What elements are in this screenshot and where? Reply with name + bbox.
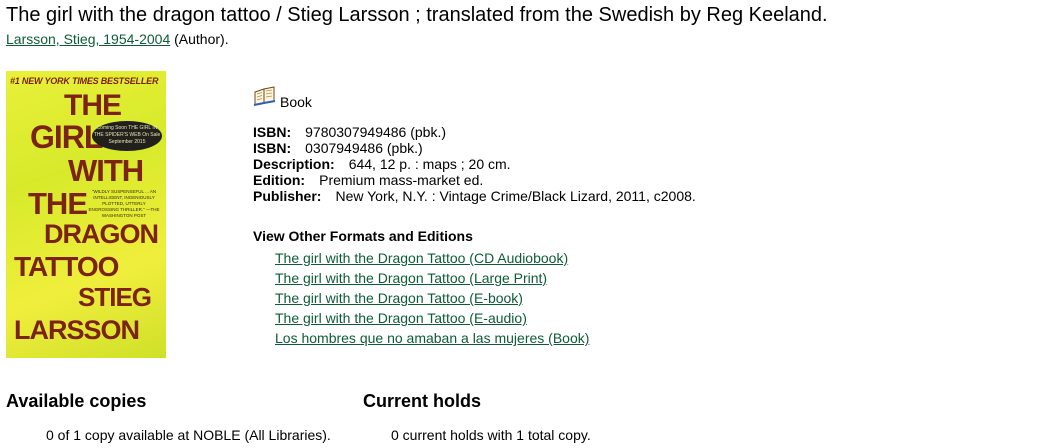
cover-quote: "WILDLY SUSPENSEFUL ... AN INTELLIGENT, … xyxy=(88,189,160,218)
isbn-row: ISBN: 9780307949486 (pbk.) xyxy=(253,124,696,140)
edition-label: Edition: xyxy=(253,172,306,188)
format-indicator: Book xyxy=(253,86,312,111)
book-cover-image: #1 NEW YORK TIMES BESTSELLER THE GIRL WI… xyxy=(6,71,166,358)
other-format-link[interactable]: The girl with the Dragon Tattoo (E-audio… xyxy=(275,310,527,326)
cover-title-line: THE xyxy=(28,186,88,221)
isbn-row: ISBN: 0307949486 (pbk.) xyxy=(253,140,696,156)
current-holds-text: 0 current holds with 1 total copy. xyxy=(391,427,591,443)
other-formats-list: The girl with the Dragon Tattoo (CD Audi… xyxy=(275,248,589,348)
book-icon xyxy=(253,86,276,111)
other-format-link[interactable]: The girl with the Dragon Tattoo (E-book) xyxy=(275,290,523,306)
publisher-value: New York, N.Y. : Vintage Crime/Black Liz… xyxy=(335,188,696,204)
current-holds-heading: Current holds xyxy=(363,391,482,411)
available-copies-text: 0 of 1 copy available at NOBLE (All Libr… xyxy=(46,427,331,443)
edition-row: Edition: Premium mass-market ed. xyxy=(253,172,696,188)
format-label: Book xyxy=(280,94,312,110)
publisher-row: Publisher: New York, N.Y. : Vintage Crime… xyxy=(253,188,696,204)
other-formats-heading: View Other Formats and Editions xyxy=(253,228,473,244)
cover-title-line: TATTOO xyxy=(14,251,119,282)
author-role: (Author). xyxy=(170,31,229,47)
record-details: ISBN: 9780307949486 (pbk.) ISBN: 030794948… xyxy=(253,124,696,204)
record-title: The girl with the dragon tattoo / Stieg … xyxy=(6,4,828,26)
available-copies-heading: Available copies xyxy=(6,391,147,411)
publisher-label: Publisher: xyxy=(253,188,322,204)
description-label: Description: xyxy=(253,156,335,172)
other-format-link[interactable]: The girl with the Dragon Tattoo (Large P… xyxy=(275,270,547,286)
cover-bestseller-text: #1 NEW YORK TIMES BESTSELLER xyxy=(10,76,159,86)
author-line: Larsson, Stieg, 1954-2004 (Author). xyxy=(6,31,229,48)
description-value: 644, 12 p. : maps ; 20 cm. xyxy=(348,156,511,172)
author-link[interactable]: Larsson, Stieg, 1954-2004 xyxy=(6,31,170,47)
other-format-link[interactable]: The girl with the Dragon Tattoo (CD Audi… xyxy=(275,250,568,266)
edition-value: Premium mass-market ed. xyxy=(319,172,484,188)
description-row: Description: 644, 12 p. : maps ; 20 cm. xyxy=(253,156,696,172)
cover-title-line: WITH xyxy=(68,153,144,188)
isbn-label: ISBN: xyxy=(253,140,292,156)
cover-badge: Coming Soon THE GIRL IN THE SPIDER'S WEB… xyxy=(92,121,162,151)
cover-author-line: LARSSON xyxy=(14,315,140,345)
other-format-link[interactable]: Los hombres que no amaban a las mujeres … xyxy=(275,330,589,346)
cover-title-line: THE xyxy=(64,89,122,122)
isbn-label: ISBN: xyxy=(253,124,292,140)
isbn-value: 9780307949486 (pbk.) xyxy=(305,124,447,140)
isbn-value: 0307949486 (pbk.) xyxy=(305,140,423,156)
cover-author-line: STIEG xyxy=(78,282,152,312)
cover-title-line: DRAGON xyxy=(44,219,159,249)
